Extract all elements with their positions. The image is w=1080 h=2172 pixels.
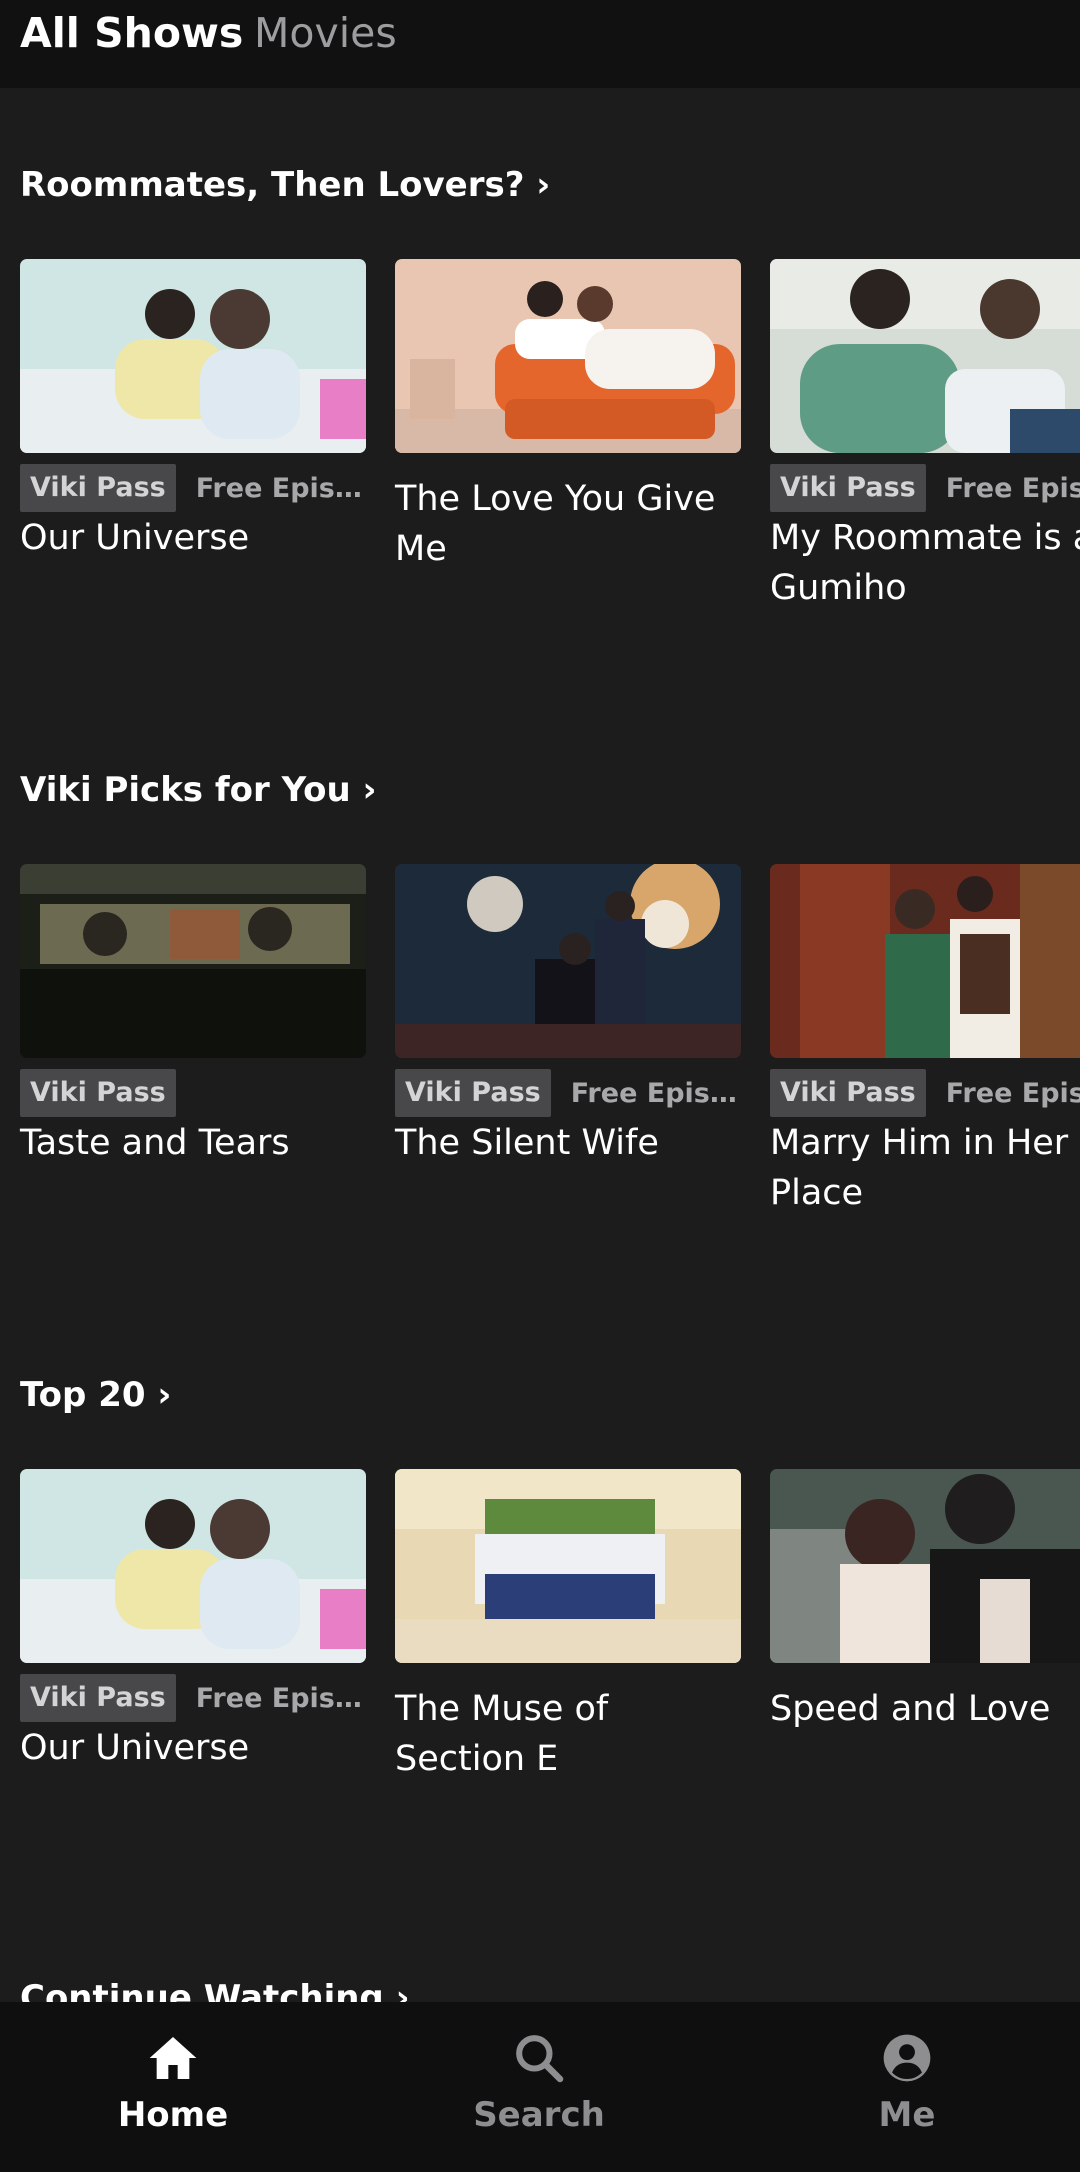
tab-all-shows[interactable]: All Shows (20, 8, 243, 58)
show-title: Taste and Tears (20, 1123, 290, 1163)
show-thumbnail[interactable] (770, 1469, 1080, 1663)
card-row: Viki Pass Free Episo... Our Universe The… (0, 1469, 1080, 1909)
tab-movies[interactable]: Movies (254, 8, 397, 58)
account-icon (883, 2034, 931, 2082)
poster-image (20, 259, 366, 453)
poster-image (20, 864, 366, 1058)
app-screen: All Shows Movies Roommates, Then Lovers?… (0, 0, 1080, 2172)
show-thumbnail[interactable] (20, 1469, 366, 1663)
viki-pass-badge: Viki Pass (770, 1069, 926, 1117)
show-thumbnail[interactable] (395, 259, 741, 453)
show-title: The Love You Give Me (395, 479, 716, 569)
show-card[interactable]: Viki Pass Free Episo... The Silent Wife (395, 864, 741, 1168)
show-title: The Silent Wife (395, 1123, 659, 1163)
viki-pass-badge: Viki Pass (395, 1069, 551, 1117)
show-title: Our Universe (20, 1728, 250, 1768)
poster-image (20, 1469, 366, 1663)
show-title: My Roommate is a Gumiho (770, 518, 1080, 608)
nav-home[interactable]: Home (73, 2030, 273, 2136)
nav-me[interactable]: Me (807, 2030, 1007, 2136)
badge-row: Viki Pass Free Episo... (20, 464, 366, 512)
section-title[interactable]: Top 20 › (20, 1373, 171, 1417)
show-card[interactable]: The Muse of Section E (395, 1469, 741, 1784)
free-episodes-label: Free Episo... (570, 1077, 741, 1109)
show-thumbnail[interactable] (20, 864, 366, 1058)
show-card[interactable]: Viki Pass Free Episo... Marry Him in Her… (770, 864, 1080, 1218)
section-title[interactable]: Viki Picks for You › (20, 768, 377, 812)
viki-pass-badge: Viki Pass (770, 464, 926, 512)
show-title: Speed and Love (770, 1689, 1051, 1729)
free-episodes-label: Free Episo... (195, 1682, 366, 1714)
poster-image (395, 259, 741, 453)
show-card[interactable]: The Love You Give Me (395, 259, 741, 574)
nav-home-label: Home (117, 2095, 229, 2135)
card-row: Viki Pass Taste and Tears Viki Pass Free… (0, 864, 1080, 1304)
poster-image (770, 259, 1080, 453)
badge-row: Viki Pass (20, 1069, 366, 1117)
badge-row: Viki Pass Free Episo... (395, 1069, 741, 1117)
home-icon (149, 2037, 197, 2079)
viki-pass-badge: Viki Pass (20, 1674, 176, 1722)
show-card[interactable]: Viki Pass Free Episo... My Roommate is a… (770, 259, 1080, 613)
show-thumbnail[interactable] (770, 259, 1080, 453)
poster-image (395, 1469, 741, 1663)
show-title: Marry Him in Her Place (770, 1123, 1069, 1213)
show-thumbnail[interactable] (395, 1469, 741, 1663)
show-card[interactable]: Viki Pass Taste and Tears (20, 864, 366, 1168)
search-icon (516, 2035, 564, 2083)
show-card[interactable]: Viki Pass Free Episo... Our Universe (20, 1469, 366, 1773)
nav-search-label: Search (473, 2095, 605, 2135)
show-card[interactable]: Speed and Love (770, 1469, 1080, 1734)
nav-me-label: Me (878, 2095, 936, 2135)
poster-image (770, 864, 1080, 1058)
show-thumbnail[interactable] (20, 259, 366, 453)
free-episodes-label: Free Episo... (945, 1077, 1080, 1109)
badge-row: Viki Pass Free Episo... (770, 464, 1080, 512)
show-title: Our Universe (20, 518, 250, 558)
top-tab-bar: All Shows Movies (0, 0, 1080, 88)
free-episodes-label: Free Episo... (195, 472, 366, 504)
badge-row: Viki Pass Free Episo... (20, 1674, 366, 1722)
show-title: The Muse of Section E (395, 1689, 609, 1779)
nav-search[interactable]: Search (439, 2030, 639, 2136)
badge-row: Viki Pass Free Episo... (770, 1069, 1080, 1117)
poster-image (770, 1469, 1080, 1663)
show-thumbnail[interactable] (395, 864, 741, 1058)
show-thumbnail[interactable] (770, 864, 1080, 1058)
viki-pass-badge: Viki Pass (20, 1069, 176, 1117)
bottom-navigation: Home Search Me (0, 2002, 1080, 2172)
poster-image (395, 864, 741, 1058)
free-episodes-label: Free Episo... (945, 472, 1080, 504)
viki-pass-badge: Viki Pass (20, 464, 176, 512)
card-row: Viki Pass Free Episo... Our Universe The… (0, 259, 1080, 699)
show-card[interactable]: Viki Pass Free Episo... Our Universe (20, 259, 366, 563)
section-title[interactable]: Roommates, Then Lovers? › (20, 163, 550, 207)
